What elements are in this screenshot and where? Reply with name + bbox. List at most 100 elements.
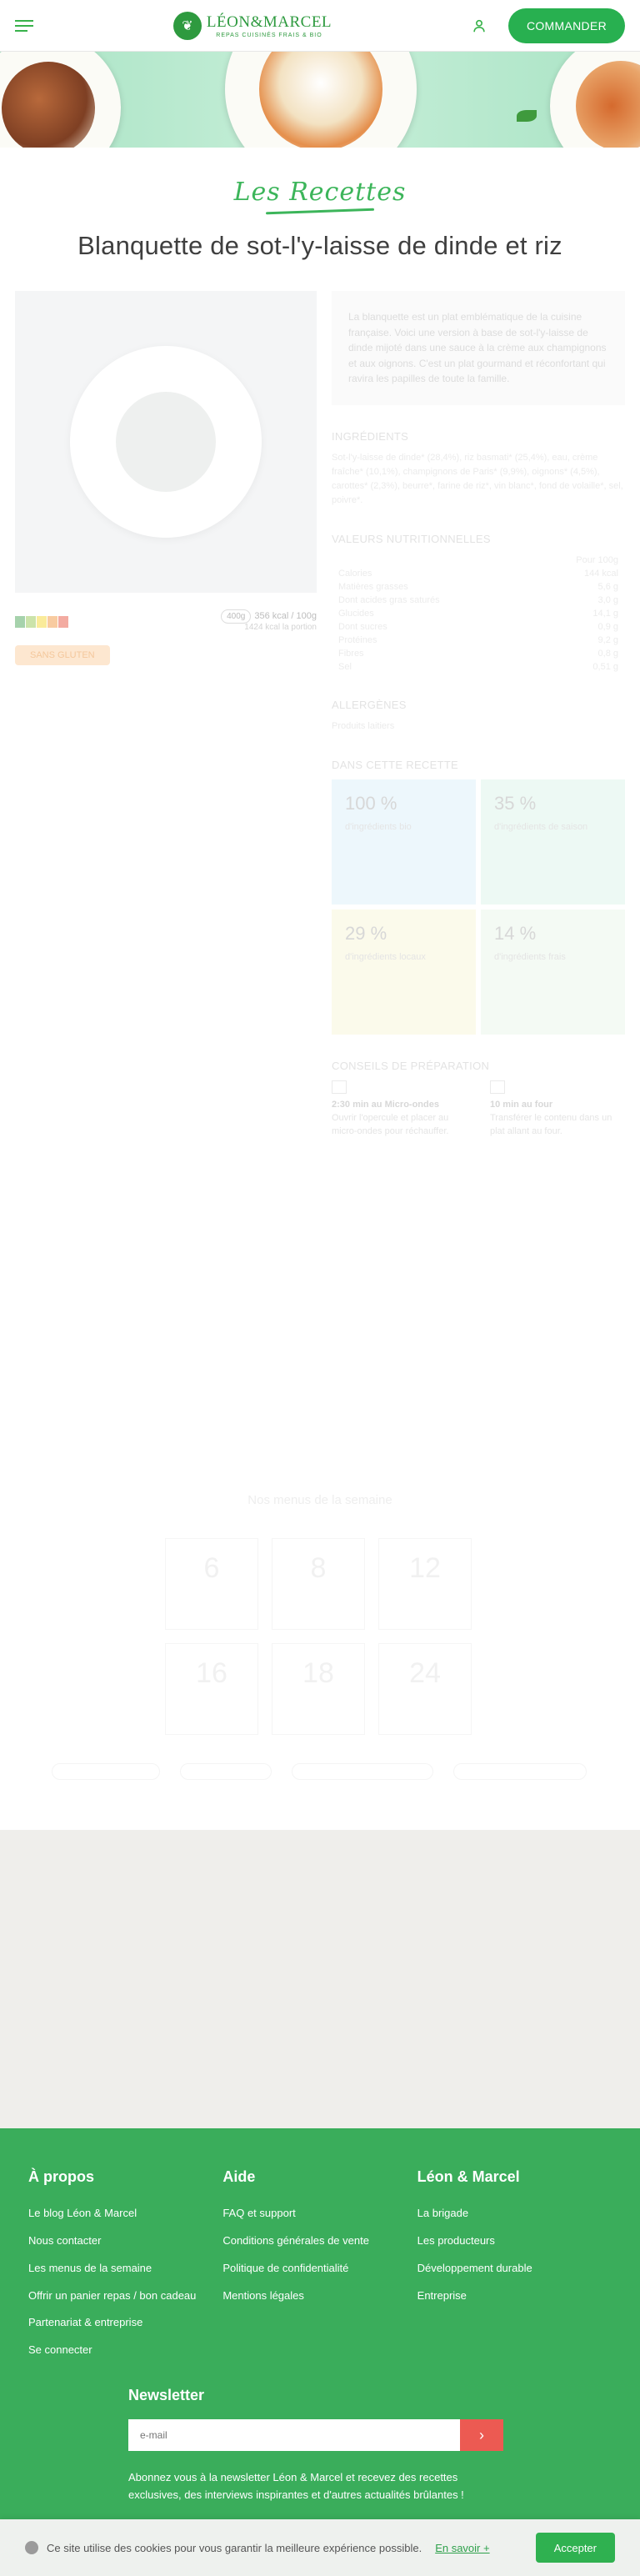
calendar-day[interactable]: 12 — [378, 1538, 472, 1630]
nutrition-row: Fibres 0,8 g — [338, 649, 618, 659]
footer-help: Aide FAQ et support Conditions générales… — [222, 2168, 417, 2370]
footer-link-producers[interactable]: Les producteurs — [418, 2233, 612, 2249]
nutrition-row: Matières grasses 5,6 g — [338, 582, 618, 593]
prep-tips: 2:30 min au Micro-ondes Ouvrir l'opercule… — [332, 1080, 625, 1139]
calendar-day[interactable]: 8 — [272, 1538, 365, 1630]
kcal-value: 356 kcal / 100g — [254, 611, 317, 621]
newsletter-email-input[interactable] — [128, 2419, 460, 2451]
nutriscore-badge — [15, 615, 68, 628]
recipe-content: 400g 356 kcal / 100g 1424 kcal la portion… — [0, 261, 640, 1139]
footer-link-privacy[interactable]: Politique de confidentialité — [222, 2261, 417, 2277]
prep-oven: 10 min au four Transférer le contenu dans… — [490, 1080, 615, 1139]
cookie-learn-more-link[interactable]: En savoir + — [435, 2542, 489, 2554]
cookie-accept-button[interactable]: Accepter — [535, 2533, 615, 2563]
user-icon[interactable] — [472, 18, 487, 33]
nutrition-row: Glucides 14,1 g — [338, 609, 618, 619]
stat-card-fresh: 14 % d'ingrédients frais — [481, 910, 625, 1035]
kcal-portion: 1424 kcal la portion — [244, 623, 317, 632]
nutrition-row: Protéines 9,2 g — [338, 635, 618, 646]
stat-card-local: 29 % d'ingrédients locaux — [332, 910, 476, 1035]
plate-image-right — [550, 52, 640, 148]
nutrition-row: Calories 144 kcal — [338, 569, 618, 579]
footer-link-gift[interactable]: Offrir un panier repas / bon cadeau — [28, 2288, 222, 2304]
order-button[interactable]: COMMANDER — [508, 8, 625, 43]
footer-link-login[interactable]: Se connecter — [28, 2343, 222, 2358]
newsletter-title: Newsletter — [128, 2387, 205, 2403]
nutrition-row: Dont sucres 0,9 g — [338, 622, 618, 633]
calendar-link[interactable] — [453, 1763, 587, 1780]
plate-image-center — [225, 52, 417, 148]
nutriscore-b — [26, 615, 36, 628]
recipe-description: La blanquette est un plat emblématique d… — [332, 291, 625, 405]
stat-card-season: 35 % d'ingrédients de saison — [481, 779, 625, 905]
footer-link-partnership[interactable]: Partenariat & entreprise — [28, 2315, 222, 2331]
weekly-menu-calendar: Nos menus de la semaine 6 8 12 16 18 24 — [0, 1446, 640, 1830]
calendar-title: Nos menus de la semaine — [248, 1493, 392, 1507]
newsletter-submit-button[interactable]: › — [460, 2419, 503, 2451]
recipe-right-column: La blanquette est un plat emblématique d… — [332, 291, 625, 1139]
nutrition-header: Pour 100g — [576, 555, 618, 566]
menu-icon[interactable] — [15, 19, 33, 32]
recipe-header: Les Recettes Blanquette de sot-l'y-laiss… — [0, 148, 640, 261]
footer-link-contact[interactable]: Nous contacter — [28, 2233, 222, 2249]
site-header: ❦ LÉON&MARCEL REPAS CUISINÉS FRAIS & BIO… — [0, 0, 640, 52]
calendar-link[interactable] — [52, 1763, 160, 1780]
recipe-left-column: 400g 356 kcal / 100g 1424 kcal la portion… — [15, 291, 317, 1139]
footer-help-title: Aide — [222, 2168, 256, 2185]
footer-link-legal[interactable]: Mentions légales — [222, 2288, 417, 2304]
weight-badge: 400g — [221, 609, 252, 624]
nutrition-title: VALEURS NUTRITIONNELLES — [332, 533, 491, 546]
logo-leaf-icon: ❦ — [172, 11, 202, 40]
logo-brand: LÉON&MARCEL — [206, 13, 332, 31]
nutrition-row: Dont acides gras saturés 3,0 g — [338, 595, 618, 606]
footer-company-title: Léon & Marcel — [417, 2168, 520, 2185]
logo[interactable]: ❦ LÉON&MARCEL REPAS CUISINÉS FRAIS & BIO — [172, 11, 332, 40]
microwave-icon — [332, 1080, 347, 1095]
calendar-link[interactable] — [180, 1763, 272, 1780]
allergens-title: ALLERGÈNES — [332, 699, 407, 712]
logo-tagline: REPAS CUISINÉS FRAIS & BIO — [216, 32, 322, 38]
plate-image-left — [0, 52, 121, 148]
calendar-day[interactable]: 18 — [272, 1643, 365, 1735]
calendar-link[interactable] — [292, 1763, 433, 1780]
footer-link-sustainability[interactable]: Développement durable — [418, 2261, 612, 2277]
recipe-title: Blanquette de sot-l'y-laisse de dinde et… — [78, 231, 562, 260]
newsletter-text: Abonnez vous à la newsletter Léon & Marc… — [128, 2471, 464, 2501]
prep-title: CONSEILS DE PRÉPARATION — [332, 1060, 490, 1073]
footer-link-business[interactable]: Entreprise — [418, 2288, 612, 2304]
footer-company: Léon & Marcel La brigade Les producteurs… — [418, 2168, 612, 2370]
nutriscore-a — [15, 615, 25, 628]
footer-link-cgv[interactable]: Conditions générales de vente — [222, 2233, 417, 2249]
footer-link-menus[interactable]: Les menus de la semaine — [28, 2261, 222, 2277]
herb-leaf-icon — [517, 110, 537, 122]
footer-about-title: À propos — [28, 2168, 94, 2185]
nutriscore-d — [48, 615, 58, 628]
cookie-text: Ce site utilise des cookies pour vous ga… — [47, 2541, 422, 2554]
section-label: Les Recettes — [233, 178, 407, 207]
calendar-day[interactable]: 16 — [165, 1643, 258, 1735]
cookie-banner: Ce site utilise des cookies pour vous ga… — [0, 2519, 640, 2576]
site-footer: À propos Le blog Léon & Marcel Nous cont… — [0, 2128, 640, 2576]
hero-banner — [0, 52, 640, 148]
chevron-right-icon: › — [479, 2426, 484, 2443]
calendar-day[interactable]: 24 — [378, 1643, 472, 1735]
oven-icon — [490, 1080, 505, 1095]
title-underline — [265, 208, 375, 215]
cookie-icon — [25, 2541, 38, 2554]
newsletter-block: Newsletter › Abonnez vous à la newslette… — [128, 2387, 503, 2504]
calendar-grid: 6 8 12 16 18 24 — [165, 1538, 472, 1735]
footer-link-brigade[interactable]: La brigade — [418, 2206, 612, 2222]
allergens-text: Produits laitiers — [332, 721, 395, 732]
footer-link-blog[interactable]: Le blog Léon & Marcel — [28, 2206, 222, 2222]
calendar-day[interactable]: 6 — [165, 1538, 258, 1630]
recipe-photo — [15, 291, 317, 593]
nutrition-table: Pour 100g Calories 144 kcal Matières gras… — [332, 554, 625, 674]
prep-microwave: 2:30 min au Micro-ondes Ouvrir l'opercule… — [332, 1080, 457, 1139]
empty-content-area — [0, 1830, 640, 2128]
footer-link-faq[interactable]: FAQ et support — [222, 2206, 417, 2222]
nutrition-row: Sel 0,51 g — [338, 662, 618, 673]
in-recipe-title: DANS CETTE RECETTE — [332, 759, 459, 772]
recipe-stats: 100 % d'ingrédients bio 35 % d'ingrédients… — [332, 779, 625, 1035]
stat-card-bio: 100 % d'ingrédients bio — [332, 779, 476, 905]
calendar-links — [52, 1763, 587, 1780]
